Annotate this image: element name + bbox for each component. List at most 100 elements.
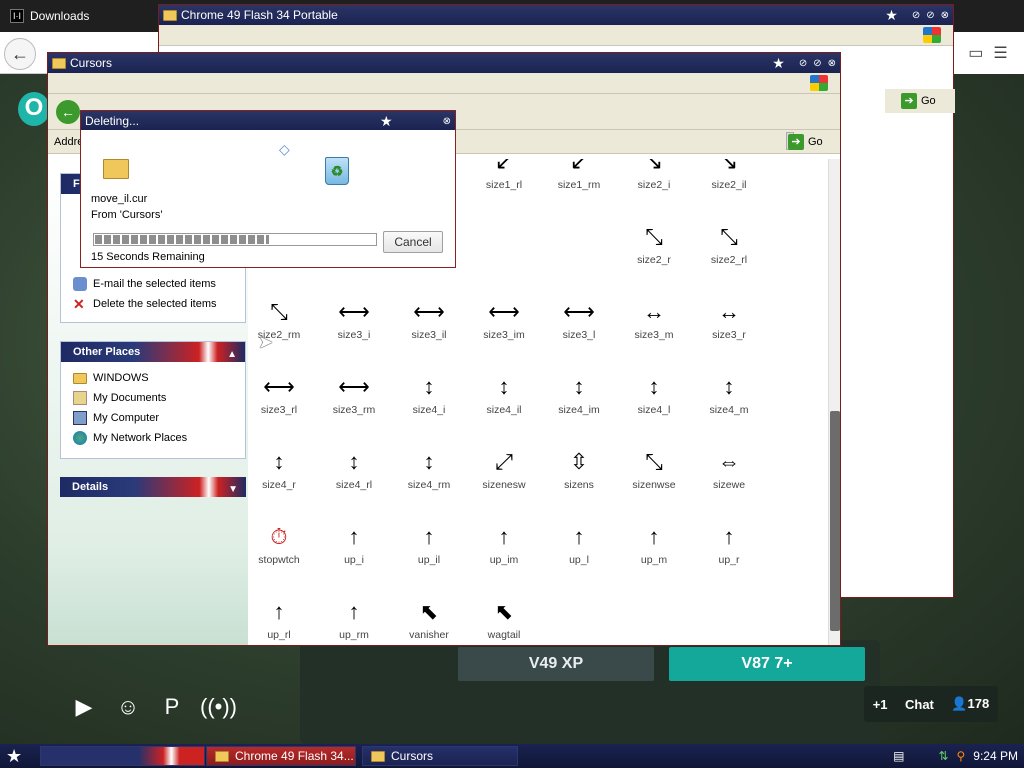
vertical-scrollbar[interactable]	[828, 159, 840, 645]
file-item[interactable]: ↑ up_rm	[317, 595, 391, 645]
file-item[interactable]: ⟷ size3_rm	[317, 370, 391, 430]
file-item[interactable]: ⇔ sizewe	[692, 445, 766, 505]
sidebar-icon[interactable]: ▭	[968, 43, 983, 63]
cursor-file-icon: ⤡	[720, 224, 738, 249]
cursor-file-icon: ⟷	[338, 299, 370, 324]
go-button[interactable]: ➔ Go	[788, 134, 823, 150]
file-item[interactable]: ⟷ size3_i	[317, 295, 391, 355]
network-tray-icon[interactable]: ⇅	[938, 749, 948, 763]
network-icon	[73, 431, 87, 445]
file-item[interactable]: ↕ size4_l	[617, 370, 691, 430]
menu-icon[interactable]: ☰	[993, 43, 1007, 63]
maximize-icon[interactable]: ⊘	[813, 58, 821, 69]
chrome-window-title: Chrome 49 Flash 34 Portable	[181, 8, 338, 22]
close-icon[interactable]: ⊗	[443, 116, 451, 127]
cursor-file-icon: ↕	[423, 449, 435, 474]
chat-widget[interactable]: +1 Chat 👤178	[864, 686, 998, 722]
keyboard-icon[interactable]: ▤	[893, 749, 904, 763]
file-name: size3_rl	[260, 404, 298, 416]
place-my-network[interactable]: My Network Places	[61, 428, 245, 448]
file-item[interactable]: ↕ size4_im	[542, 370, 616, 430]
file-item[interactable]: ⟷ size3_il	[392, 295, 466, 355]
file-item[interactable]: ↘ size2_il	[692, 159, 766, 205]
file-item[interactable]: ⟷ size3_rl	[248, 370, 316, 430]
expand-icon[interactable]: ▼	[228, 480, 238, 500]
broadcast-icon[interactable]: ((•))	[200, 692, 237, 722]
file-item[interactable]: ⬉ vanisher	[392, 595, 466, 645]
v87-button[interactable]: V87 7+	[669, 647, 865, 681]
site-logo[interactable]: O	[18, 92, 50, 126]
cursor-file-icon: ⟷	[338, 374, 370, 399]
file-item[interactable]: ↑ up_il	[392, 520, 466, 580]
file-item[interactable]: ↕ size4_rl	[317, 445, 391, 505]
youtube-icon[interactable]: ▶	[68, 692, 100, 722]
file-item[interactable]: ↑ up_rl	[248, 595, 316, 645]
details-header[interactable]: Details ▼	[60, 477, 246, 497]
file-item[interactable]: ⤡ size2_r	[617, 220, 691, 280]
file-item[interactable]: ↑ up_l	[542, 520, 616, 580]
cursor-file-icon: ↕	[723, 374, 735, 399]
file-item[interactable]: ↙ size1_rm	[542, 159, 616, 205]
file-item[interactable]: ⤡ size2_rl	[692, 220, 766, 280]
file-item[interactable]: ↑ up_i	[317, 520, 391, 580]
delete-selected-task[interactable]: ✕ Delete the selected items	[61, 294, 245, 314]
file-item[interactable]: ↑ up_r	[692, 520, 766, 580]
file-item[interactable]: ↔ size3_r	[692, 295, 766, 355]
progress-bar	[93, 233, 377, 246]
place-my-computer[interactable]: My Computer	[61, 408, 245, 428]
back-icon[interactable]: ←	[4, 38, 36, 70]
taskbar-item-cursors[interactable]: Cursors	[362, 746, 518, 766]
discord-icon[interactable]: ☺	[112, 692, 144, 722]
deleting-filename: move_il.cur	[91, 193, 148, 205]
go-button[interactable]: ➔ Go	[901, 93, 936, 109]
browser-tab[interactable]: I·I Downloads	[10, 9, 89, 23]
scrollbar-thumb[interactable]	[830, 411, 840, 631]
file-name: sizens	[564, 479, 594, 491]
file-item[interactable]: ↑ up_im	[467, 520, 541, 580]
file-item[interactable]: ↘ size2_i	[617, 159, 691, 205]
file-item[interactable]: ⤢ sizenesw	[467, 445, 541, 505]
file-name: size4_i	[412, 404, 446, 416]
other-places-header[interactable]: Other Places ▲	[61, 342, 245, 362]
place-windows[interactable]: WINDOWS	[61, 368, 245, 388]
file-item[interactable]: ↔ size3_m	[617, 295, 691, 355]
maximize-icon[interactable]: ⊘	[926, 10, 934, 21]
file-item[interactable]: ⇳ sizens	[542, 445, 616, 505]
file-item[interactable]: ↕ size4_il	[467, 370, 541, 430]
v49-button[interactable]: V49 XP	[458, 647, 654, 681]
email-selected-task[interactable]: E-mail the selected items	[61, 274, 245, 294]
file-item[interactable]: ↕ size4_m	[692, 370, 766, 430]
file-item[interactable]: ↙ size1_rl	[467, 159, 541, 205]
close-icon[interactable]: ⊗	[941, 10, 949, 21]
minimize-icon[interactable]: ⊘	[799, 58, 807, 69]
file-item[interactable]: ↕ size4_rm	[392, 445, 466, 505]
file-item[interactable]: ↕ size4_i	[392, 370, 466, 430]
file-item[interactable]: ↑ up_m	[617, 520, 691, 580]
file-name: size4_il	[486, 404, 522, 416]
file-item[interactable]: ⟷ size3_im	[467, 295, 541, 355]
cursor-file-icon: ⟷	[488, 299, 520, 324]
folder-icon	[163, 9, 177, 21]
file-item[interactable]: ⟷ size3_l	[542, 295, 616, 355]
cursor-file-icon: ⏱	[270, 524, 288, 549]
place-my-documents[interactable]: My Documents	[61, 388, 245, 408]
cursor-file-icon: ↑	[348, 524, 360, 549]
cursor-file-icon: ↔	[718, 299, 740, 324]
close-icon[interactable]: ⊗	[828, 58, 836, 69]
file-item[interactable]: ⏱ stopwtch	[248, 520, 316, 580]
start-star-icon[interactable]: ★	[6, 746, 28, 766]
file-item[interactable]: ⤡ sizenwse	[617, 445, 691, 505]
back-icon[interactable]: ←	[56, 100, 80, 124]
clock[interactable]: 9:24 PM	[973, 749, 1018, 763]
collapse-icon[interactable]: ▲	[227, 345, 237, 365]
taskbar-item-oddproject[interactable]	[40, 746, 205, 766]
file-item[interactable]: ⬉ wagtail	[467, 595, 541, 645]
file-item[interactable]: ↕ size4_r	[248, 445, 316, 505]
patreon-icon[interactable]: P	[156, 692, 188, 722]
minimize-icon[interactable]: ⊘	[912, 10, 920, 21]
taskbar-item-chrome[interactable]: Chrome 49 Flash 34...	[206, 746, 356, 766]
cursor-file-icon: ↔	[643, 299, 665, 324]
search-tray-icon[interactable]: ⚲	[957, 749, 966, 763]
cancel-button[interactable]: Cancel	[383, 231, 443, 253]
file-name: size3_im	[483, 329, 525, 341]
